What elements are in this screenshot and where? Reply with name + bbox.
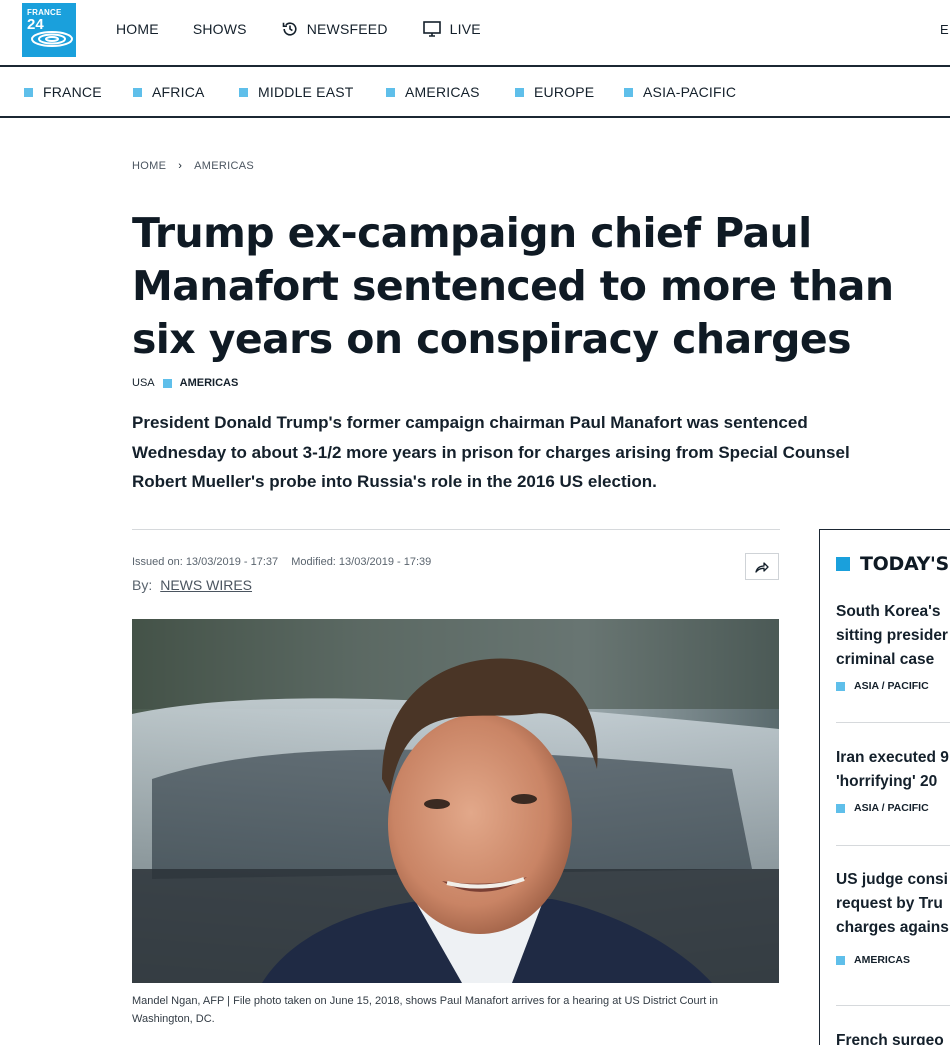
breadcrumb-separator: › bbox=[178, 160, 183, 172]
region-label: MIDDLE EAST bbox=[258, 84, 354, 100]
story-title-line: charges agains bbox=[836, 919, 949, 936]
story-title-line: request by Tru bbox=[836, 895, 943, 912]
logo-waves-icon bbox=[31, 31, 73, 47]
breadcrumb-section[interactable]: AMERICAS bbox=[194, 160, 254, 172]
sidebar-heading: TODAY'S bbox=[836, 553, 949, 575]
category-marker bbox=[836, 681, 845, 691]
story-category-label: AMERICAS bbox=[854, 954, 911, 966]
byline-label: By: bbox=[132, 577, 153, 593]
story-title-line: sitting presider bbox=[836, 627, 948, 644]
article-tags: USA AMERICAS bbox=[132, 377, 238, 389]
region-france[interactable]: FRANCE bbox=[24, 84, 133, 100]
story-category: ASIA / PACIFIC bbox=[836, 802, 950, 814]
heading-marker bbox=[836, 557, 850, 571]
story-category-label: ASIA / PACIFIC bbox=[854, 802, 929, 814]
language-switch[interactable]: E bbox=[940, 22, 949, 37]
tag-country[interactable]: USA bbox=[132, 377, 155, 389]
story-title-line: 'horrifying' 20 bbox=[836, 773, 938, 790]
region-nav: FRANCE AFRICA MIDDLE EAST AMERICAS EUROP… bbox=[0, 69, 950, 118]
sidebar-heading-text: TODAY'S bbox=[860, 553, 949, 575]
story-title-line: US judge consi bbox=[836, 871, 948, 888]
tag-marker bbox=[162, 378, 172, 388]
issued-date: Issued on: 13/03/2019 - 17:37 bbox=[132, 556, 279, 568]
story-title-line: Iran executed 9 bbox=[836, 749, 949, 766]
region-label: AFRICA bbox=[152, 84, 205, 100]
todays-sidebar: TODAY'S South Korea's sitting presider c… bbox=[819, 529, 950, 1045]
category-marker bbox=[836, 955, 845, 965]
story-category-label: ASIA / PACIFIC bbox=[854, 680, 929, 692]
breadcrumb-home[interactable]: HOME bbox=[132, 160, 166, 172]
nav-shows[interactable]: SHOWS bbox=[193, 19, 247, 39]
monitor-icon bbox=[422, 21, 441, 37]
region-europe[interactable]: EUROPE bbox=[515, 84, 624, 100]
share-button[interactable] bbox=[745, 553, 779, 580]
nav-home-label: HOME bbox=[116, 21, 159, 37]
story-title-line: criminal case bbox=[836, 651, 935, 668]
byline-author-link[interactable]: NEWS WIRES bbox=[160, 577, 252, 593]
photo-caption: Mandel Ngan, AFP | File photo taken on J… bbox=[132, 995, 718, 1025]
region-marker bbox=[386, 87, 395, 97]
region-marker bbox=[515, 87, 524, 97]
top-header: FRANCE 24 HOME SHOWS NEWSFEED LIVE E bbox=[0, 0, 950, 67]
share-arrow-icon bbox=[755, 561, 769, 573]
sidebar-story[interactable]: US judge consi request by Tru charges ag… bbox=[836, 868, 950, 966]
story-title-line: French surgeo bbox=[836, 1032, 944, 1045]
article-lede: President Donald Trump's former campaign… bbox=[132, 413, 850, 491]
story-category: ASIA / PACIFIC bbox=[836, 680, 950, 692]
region-marker bbox=[24, 87, 33, 97]
region-label: ASIA-PACIFIC bbox=[643, 84, 737, 100]
region-marker bbox=[133, 87, 142, 97]
article-title: Trump ex-campaign chief Paul Manafort se… bbox=[132, 209, 894, 363]
nav-shows-label: SHOWS bbox=[192, 21, 247, 37]
nav-live-label: LIVE bbox=[449, 21, 481, 37]
tag-region[interactable]: AMERICAS bbox=[180, 377, 239, 389]
region-marker bbox=[239, 87, 248, 97]
byline: By: NEWS WIRES bbox=[132, 577, 252, 593]
sidebar-divider bbox=[836, 845, 950, 846]
breadcrumb: HOME › AMERICAS bbox=[132, 160, 254, 172]
nav-newsfeed-label: NEWSFEED bbox=[306, 21, 388, 37]
article-photo bbox=[132, 619, 779, 983]
story-category: AMERICAS bbox=[836, 954, 950, 966]
main-nav: HOME SHOWS NEWSFEED LIVE bbox=[116, 19, 515, 39]
france24-logo[interactable]: FRANCE 24 bbox=[22, 3, 76, 57]
region-marker bbox=[624, 87, 633, 97]
category-marker bbox=[836, 803, 845, 813]
sidebar-story[interactable]: South Korea's sitting presider criminal … bbox=[836, 600, 950, 692]
modified-date: Modified: 13/03/2019 - 17:39 bbox=[291, 556, 432, 568]
sidebar-divider bbox=[836, 722, 950, 723]
nav-live[interactable]: LIVE bbox=[422, 19, 481, 39]
region-americas[interactable]: AMERICAS bbox=[386, 84, 515, 100]
article-dates: Issued on: 13/03/2019 - 17:37 Modified: … bbox=[132, 556, 431, 568]
nav-home[interactable]: HOME bbox=[116, 19, 159, 39]
history-clock-icon bbox=[282, 22, 297, 36]
region-middle-east[interactable]: MIDDLE EAST bbox=[239, 84, 386, 100]
sidebar-story[interactable]: Iran executed 9 'horrifying' 20 ASIA / P… bbox=[836, 746, 950, 814]
region-africa[interactable]: AFRICA bbox=[133, 84, 239, 100]
nav-newsfeed[interactable]: NEWSFEED bbox=[281, 19, 388, 39]
region-label: AMERICAS bbox=[405, 84, 480, 100]
photo-illustration bbox=[132, 619, 779, 983]
region-label: EUROPE bbox=[534, 84, 595, 100]
sidebar-divider bbox=[836, 1005, 950, 1006]
region-label: FRANCE bbox=[43, 84, 102, 100]
divider bbox=[132, 529, 780, 530]
sidebar-story[interactable]: French surgeo bbox=[836, 1029, 950, 1045]
region-asia-pacific[interactable]: ASIA-PACIFIC bbox=[624, 84, 736, 100]
story-title-line: South Korea's bbox=[836, 603, 941, 620]
